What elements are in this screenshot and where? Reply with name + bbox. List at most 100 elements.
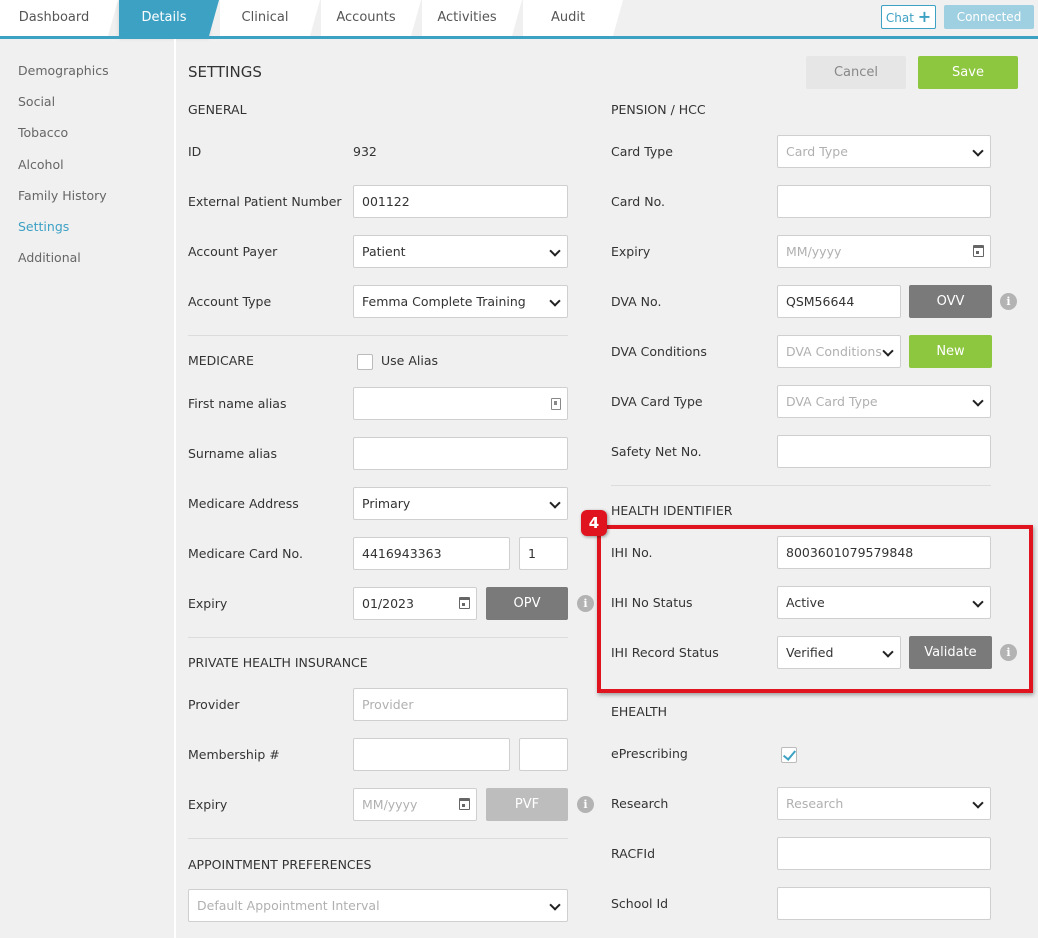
sidebar-item-additional[interactable]: Additional	[18, 250, 81, 265]
research-select[interactable]: Research	[777, 787, 991, 820]
sidebar: Demographics Social Tobacco Alcohol Fami…	[0, 39, 176, 938]
new-button[interactable]: New	[909, 335, 992, 368]
account-payer-select[interactable]: Patient	[353, 235, 568, 268]
tab-clinical[interactable]: Clinical	[220, 0, 320, 36]
use-alias-checkbox[interactable]	[357, 354, 373, 370]
tab-activities[interactable]: Activities	[422, 0, 522, 36]
id-label: ID	[188, 144, 202, 159]
pension-hcc-heading: PENSION / HCC	[611, 102, 706, 117]
medicare-address-value: Primary	[362, 496, 411, 511]
membership-suffix-input[interactable]	[519, 738, 568, 771]
surname-alias-label: Surname alias	[188, 446, 277, 461]
phi-expiry-input[interactable]: MM/yyyy	[353, 788, 477, 821]
medicare-address-select[interactable]: Primary	[353, 487, 568, 520]
sidebar-item-demographics[interactable]: Demographics	[18, 63, 109, 78]
ovv-button[interactable]: OVV	[909, 285, 992, 318]
medicare-card-input[interactable]: 4416943363	[353, 537, 510, 570]
tab-details[interactable]: Details	[119, 0, 219, 36]
sidebar-item-family-history[interactable]: Family History	[18, 188, 107, 203]
divider	[188, 838, 568, 839]
health-identifier-highlight	[597, 525, 1033, 693]
sidebar-item-settings[interactable]: Settings	[18, 219, 69, 234]
dva-conditions-select[interactable]: DVA Conditions	[777, 335, 901, 368]
eprescribing-checkbox[interactable]	[781, 747, 797, 763]
info-icon[interactable]: i	[577, 796, 594, 813]
general-heading: GENERAL	[188, 102, 247, 117]
appointment-preferences-heading: APPOINTMENT PREFERENCES	[188, 857, 372, 872]
card-no-input[interactable]	[777, 185, 991, 218]
top-tab-bar: Dashboard Details Clinical Accounts Acti…	[0, 0, 1038, 39]
info-icon[interactable]: i	[1000, 293, 1017, 310]
pension-expiry-input[interactable]: MM/yyyy	[777, 235, 991, 268]
ehealth-heading: EHEALTH	[611, 704, 668, 719]
appointment-interval-select[interactable]: Default Appointment Interval	[188, 889, 568, 922]
info-icon[interactable]: i	[577, 595, 594, 612]
pension-expiry-label: Expiry	[611, 244, 651, 259]
tab-label: Activities	[437, 10, 497, 25]
research-label: Research	[611, 796, 669, 811]
account-payer-value: Patient	[362, 244, 406, 259]
provider-label: Provider	[188, 697, 240, 712]
chevron-down-icon	[549, 899, 561, 911]
id-value: 932	[353, 144, 377, 159]
surname-alias-input[interactable]	[353, 437, 568, 470]
save-button[interactable]: Save	[918, 56, 1018, 89]
pvf-button[interactable]: PVF	[486, 788, 568, 821]
step-badge: 4	[581, 510, 607, 536]
calendar-icon[interactable]	[973, 245, 984, 257]
calendar-icon[interactable]	[459, 798, 470, 810]
contact-card-icon	[551, 398, 561, 410]
card-type-select[interactable]: Card Type	[777, 135, 991, 168]
dva-card-type-placeholder: DVA Card Type	[786, 394, 878, 409]
tab-audit[interactable]: Audit	[523, 0, 623, 36]
phi-expiry-label: Expiry	[188, 797, 228, 812]
tab-accounts[interactable]: Accounts	[321, 0, 421, 36]
account-type-label: Account Type	[188, 294, 272, 309]
cancel-button[interactable]: Cancel	[806, 56, 906, 89]
tab-label: Clinical	[241, 10, 289, 25]
safety-net-label: Safety Net No.	[611, 444, 702, 459]
membership-label: Membership #	[188, 747, 280, 762]
connected-button[interactable]: Connected	[944, 5, 1034, 29]
card-type-placeholder: Card Type	[786, 144, 848, 159]
medicare-address-label: Medicare Address	[188, 496, 299, 511]
divider	[611, 485, 991, 486]
chevron-down-icon	[549, 245, 561, 257]
medicare-expiry-value: 01/2023	[362, 596, 414, 611]
sidebar-item-alcohol[interactable]: Alcohol	[18, 157, 64, 172]
school-id-input[interactable]	[777, 887, 991, 920]
medicare-expiry-input[interactable]: 01/2023	[353, 587, 477, 620]
external-patient-number-input[interactable]: 001122	[353, 185, 568, 218]
safety-net-input[interactable]	[777, 435, 991, 468]
membership-input[interactable]	[353, 738, 510, 771]
racfid-label: RACFId	[611, 846, 656, 861]
first-name-alias-input[interactable]	[353, 387, 568, 420]
school-id-label: School Id	[611, 896, 669, 911]
divider	[188, 335, 568, 336]
divider	[188, 637, 568, 638]
racfid-input[interactable]	[777, 837, 991, 870]
calendar-icon[interactable]	[459, 597, 470, 609]
dva-no-input[interactable]: QSM56644	[777, 285, 901, 318]
medicare-heading: MEDICARE	[188, 353, 254, 368]
chat-label: Chat	[885, 11, 914, 25]
medicare-expiry-label: Expiry	[188, 596, 228, 611]
account-payer-label: Account Payer	[188, 244, 278, 259]
sidebar-item-tobacco[interactable]: Tobacco	[18, 125, 68, 140]
sidebar-item-social[interactable]: Social	[18, 94, 55, 109]
first-name-alias-label: First name alias	[188, 396, 287, 411]
tab-label: Details	[141, 10, 187, 25]
medicare-irn-input[interactable]: 1	[519, 537, 568, 570]
use-alias-label: Use Alias	[381, 353, 438, 368]
tab-label: Audit	[550, 10, 586, 25]
provider-input[interactable]: Provider	[353, 688, 568, 721]
research-placeholder: Research	[786, 796, 844, 811]
account-type-select[interactable]: Femma Complete Training	[353, 285, 568, 318]
appointment-interval-placeholder: Default Appointment Interval	[197, 898, 380, 913]
card-no-label: Card No.	[611, 194, 665, 209]
chat-button[interactable]: Chat +	[881, 5, 936, 29]
opv-button[interactable]: OPV	[486, 587, 568, 620]
health-identifier-heading: HEALTH IDENTIFIER	[611, 503, 733, 518]
dva-card-type-select[interactable]: DVA Card Type	[777, 385, 991, 418]
tab-dashboard[interactable]: Dashboard	[0, 0, 118, 36]
